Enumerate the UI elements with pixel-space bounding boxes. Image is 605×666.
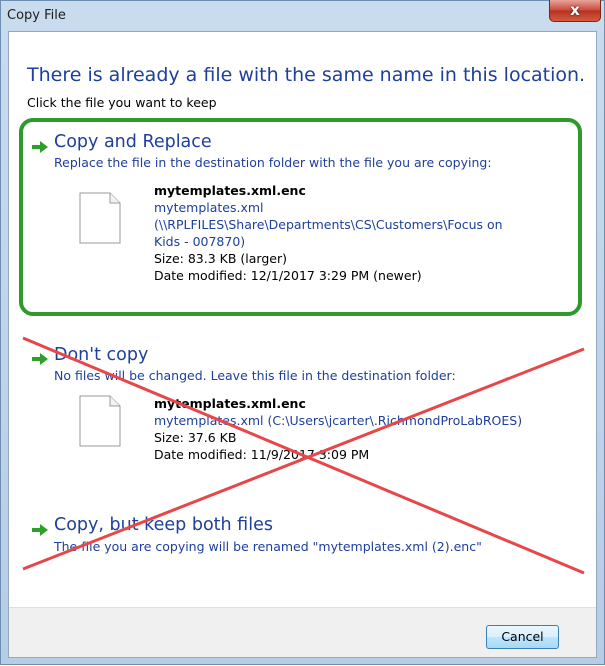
document-icon [79,395,121,447]
window-title: Copy File [7,8,66,23]
keep-both-title: Copy, but keep both files [54,515,273,535]
dont-copy-title: Don't copy [54,345,149,365]
file-date-modified: Date modified: 11/9/2017 3:09 PM [154,447,370,462]
highlight-outline [19,118,582,316]
keep-both-option[interactable]: Copy, but keep both files The file you a… [9,515,596,565]
dont-copy-option[interactable]: Don't copy No files will be changed. Lea… [9,345,596,475]
button-bar: Cancel [9,607,596,657]
file-name: mytemplates.xml.enc [154,396,306,411]
page-title: There is already a file with the same na… [27,64,586,86]
copy-file-dialog: Copy File x There is already a file with… [0,0,605,665]
title-bar[interactable]: Copy File x [1,0,604,31]
green-arrow-icon [32,524,48,536]
green-arrow-icon [32,353,48,365]
file-location: mytemplates.xml (C:\Users\jcarter\.Richm… [154,413,523,428]
close-icon: x [570,1,580,19]
dont-copy-description: No files will be changed. Leave this fil… [54,368,456,383]
cancel-button[interactable]: Cancel [486,625,559,649]
instruction-text: Click the file you want to keep [27,95,217,110]
destination-file-info: mytemplates.xml.enc mytemplates.xml (C:\… [154,395,522,463]
file-size: Size: 37.6 KB [154,430,237,445]
close-button[interactable]: x [549,0,601,22]
keep-both-description: The file you are copying will be renamed… [54,539,482,554]
dialog-content: There is already a file with the same na… [8,31,597,658]
